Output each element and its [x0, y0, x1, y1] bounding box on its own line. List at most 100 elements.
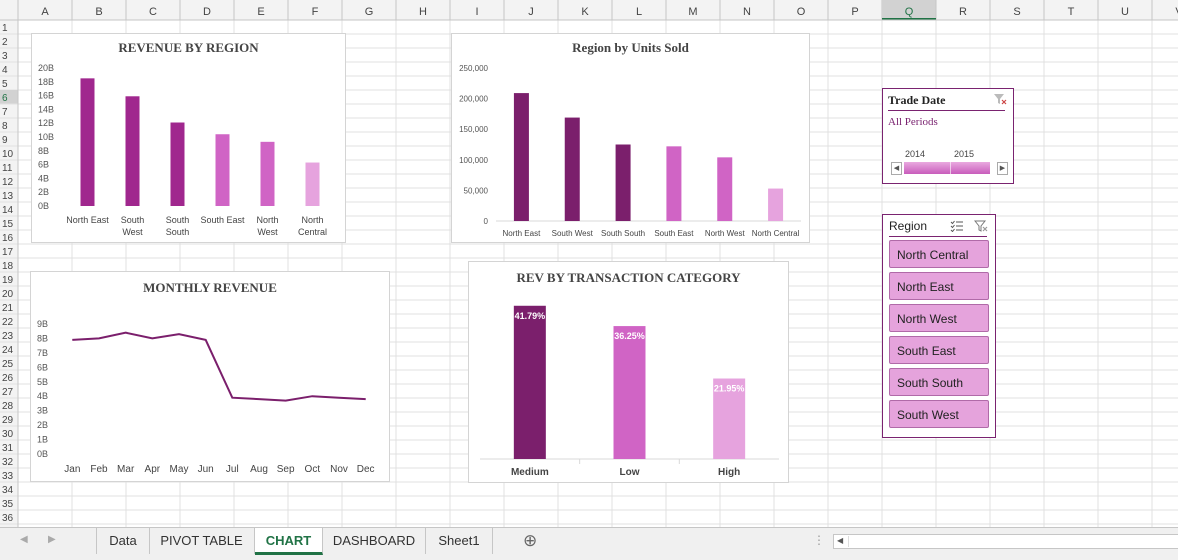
x-tick-label: Dec [357, 464, 375, 475]
bar-north-east [81, 78, 95, 206]
timeline-period-label[interactable]: All Periods [888, 116, 938, 128]
units-sold-chart[interactable]: Region by Units Sold 250,000200,000150,0… [451, 33, 810, 243]
x-category-label: North East [503, 229, 542, 238]
tab-pivot-table[interactable]: PIVOT TABLE [149, 528, 255, 554]
column-header-u: U [1121, 6, 1129, 18]
bar-north-west [717, 157, 732, 221]
row-header-4: 4 [2, 65, 8, 76]
column-header-i: I [475, 6, 478, 18]
column-header-bar [0, 0, 1178, 20]
row-header-6: 6 [2, 93, 8, 104]
y-tick-label: 50,000 [464, 186, 489, 195]
slicer-item-north-east[interactable]: North East [889, 272, 989, 300]
column-header-q: Q [905, 6, 914, 18]
horizontal-scrollbar[interactable]: ◀ [833, 534, 1178, 549]
trade-date-timeline[interactable]: Trade Date All Periods 2014 2015 ◀ ▶ [882, 88, 1014, 184]
slicer-divider [889, 236, 987, 237]
clear-filter-icon[interactable] [993, 93, 1007, 105]
row-header-9: 9 [2, 135, 8, 146]
next-sheet-icon[interactable]: ▶ [48, 534, 56, 545]
x-tick-label: Jul [226, 464, 239, 475]
column-header-r: R [959, 6, 967, 18]
tab-sheet1[interactable]: Sheet1 [426, 528, 493, 554]
row-header-29: 29 [2, 415, 14, 426]
slicer-item-south-west[interactable]: South West [889, 400, 989, 428]
column-header-f: F [312, 6, 319, 18]
slicer-item-south-east[interactable]: South East [889, 336, 989, 364]
column-header-k: K [581, 6, 589, 18]
data-label: 36.25% [614, 331, 645, 341]
column-header-g: G [365, 6, 374, 18]
tab-data[interactable]: Data [96, 528, 150, 554]
tab-split-handle-icon[interactable]: ⋮ [813, 533, 825, 547]
row-header-20: 20 [2, 289, 14, 300]
x-tick-label: Oct [305, 464, 321, 475]
data-label: 41.79% [515, 311, 546, 321]
clear-filter-icon[interactable] [974, 220, 988, 232]
x-category-label: South East [200, 215, 245, 225]
slicer-item-north-central[interactable]: North Central [889, 240, 989, 268]
column-header-a: A [41, 6, 49, 18]
timeline-title: Trade Date [888, 93, 945, 108]
x-tick-label: Nov [330, 464, 348, 475]
revenue-by-region-chart[interactable]: REVENUE BY REGION 20B18B16B14B12B10B8B6B… [31, 33, 346, 243]
slicer-item-north-west[interactable]: North West [889, 304, 989, 332]
slicer-item-south-south[interactable]: South South [889, 368, 989, 396]
x-tick-label: Feb [90, 464, 108, 475]
y-tick-label: 3B [37, 406, 48, 416]
chart-plot: 250,000200,000150,000100,00050,0000North… [452, 34, 809, 242]
x-category-label: West [122, 227, 143, 237]
row-header-33: 33 [2, 471, 14, 482]
x-category-label: Central [298, 227, 327, 237]
multi-select-icon[interactable] [950, 220, 964, 232]
y-tick-label: 4B [38, 173, 49, 183]
prev-sheet-icon[interactable]: ◀ [20, 534, 28, 545]
monthly-revenue-chart[interactable]: MONTHLY REVENUE 9B8B7B6B5B4B3B2B1B0BJanF… [30, 271, 390, 482]
y-tick-label: 1B [37, 435, 48, 445]
add-sheet-icon[interactable]: ⊕ [523, 531, 537, 551]
column-header-e: E [257, 6, 264, 18]
chart-plot: 41.79%Medium36.25%Low21.95%High [469, 262, 788, 482]
y-tick-label: 6B [37, 362, 48, 372]
x-tick-label: Mar [117, 464, 135, 475]
y-tick-label: 0 [484, 217, 489, 226]
column-header-t: T [1068, 6, 1075, 18]
bar-north-central [306, 163, 320, 206]
row-header-35: 35 [2, 499, 14, 510]
y-tick-label: 2B [38, 187, 49, 197]
row-header-16: 16 [2, 233, 14, 244]
bar-low [614, 326, 646, 459]
scroll-left-icon[interactable]: ◀ [837, 536, 843, 545]
y-tick-label: 8B [38, 146, 49, 156]
timeline-year-2014[interactable]: 2014 [905, 149, 925, 159]
row-header-1: 1 [2, 23, 8, 34]
timeline-scroll-right-button[interactable]: ▶ [997, 162, 1008, 175]
timeline-scroll-left-button[interactable]: ◀ [891, 162, 902, 175]
tab-dashboard[interactable]: DASHBOARD [323, 528, 426, 554]
y-tick-label: 20B [38, 63, 54, 73]
y-tick-label: 150,000 [459, 125, 488, 134]
x-category-label: West [257, 227, 278, 237]
scrollbar-thumb[interactable] [848, 536, 1178, 547]
x-category-label: South South [601, 229, 645, 238]
transaction-category-chart[interactable]: REV BY TRANSACTION CATEGORY 41.79%Medium… [468, 261, 789, 483]
region-slicer[interactable]: Region North Central North East North We… [882, 214, 996, 438]
column-header-h: H [419, 6, 427, 18]
chart-plot: 9B8B7B6B5B4B3B2B1B0BJanFebMarAprMayJunJu… [31, 272, 389, 481]
timeline-divider [888, 110, 1005, 111]
row-header-18: 18 [2, 261, 14, 272]
bar-north-east [514, 93, 529, 221]
column-header-n: N [743, 6, 751, 18]
y-tick-label: 7B [37, 348, 48, 358]
timeline-bar[interactable] [904, 162, 990, 174]
x-category-label: Low [620, 467, 640, 478]
row-header-2: 2 [2, 37, 8, 48]
row-header-7: 7 [2, 107, 8, 118]
timeline-year-2015[interactable]: 2015 [954, 149, 974, 159]
bar-south-west [565, 118, 580, 221]
slicer-title: Region [889, 219, 927, 233]
row-header-5: 5 [2, 79, 8, 90]
tab-chart[interactable]: CHART [255, 528, 323, 555]
column-header-p: P [851, 6, 858, 18]
bar-north-west [261, 142, 275, 206]
